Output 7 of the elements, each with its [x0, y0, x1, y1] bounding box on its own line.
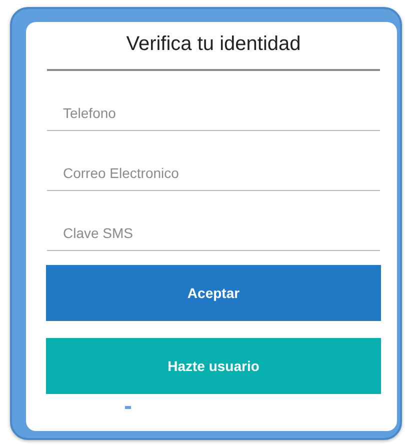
dash-mark	[125, 406, 131, 409]
action-button[interactable]: Aceptar	[46, 265, 381, 321]
input-field[interactable]: Telefono	[47, 71, 380, 131]
action-button[interactable]: Hazte usuario	[46, 338, 381, 394]
input-field[interactable]: Correo Electronico	[47, 131, 380, 191]
dialog-title: Verifica tu identidad	[47, 28, 380, 71]
input-field[interactable]: Clave SMS	[47, 191, 380, 251]
